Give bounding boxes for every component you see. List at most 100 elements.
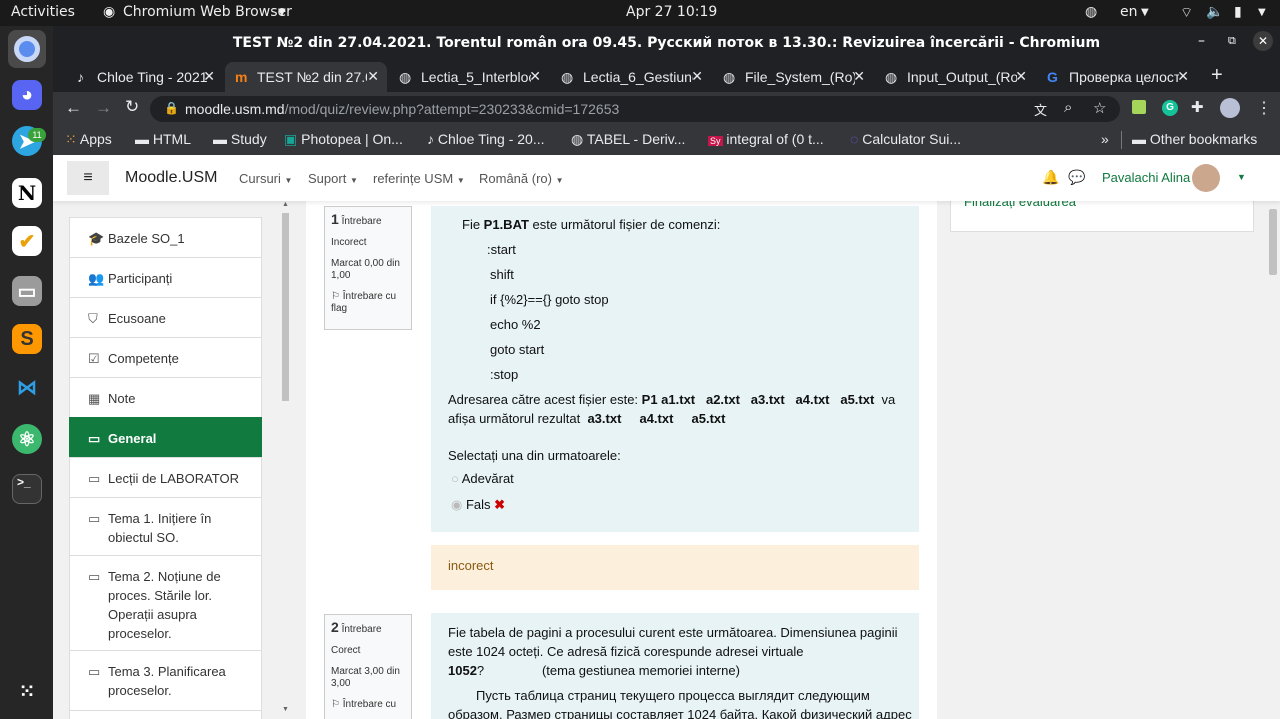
code-line: shift xyxy=(490,267,514,282)
bookmark-tabel[interactable]: ◍ TABEL - Deriv... xyxy=(571,131,685,148)
user-name[interactable]: Pavalachi Alina xyxy=(1102,170,1190,185)
code-line: :start xyxy=(487,242,516,257)
url-text[interactable]: moodle.usm.md/mod/quiz/review.php?attemp… xyxy=(185,101,619,117)
menu-referinte[interactable]: referințe USM ▼ xyxy=(373,171,465,186)
close-tab-icon[interactable]: ✕ xyxy=(1177,68,1189,85)
flag-question[interactable]: ⚐ Întrebare cu flag xyxy=(331,291,405,315)
minimize-icon[interactable]: – xyxy=(1198,33,1205,49)
tab-chloe-ting[interactable]: ♪ Chloe Ting - 2021 ✕ xyxy=(67,62,223,92)
atom-icon[interactable]: ⚛ xyxy=(12,424,42,454)
radio-unchecked-icon[interactable]: ○ xyxy=(451,471,459,486)
sidebar-item-general[interactable]: ▭ General xyxy=(69,417,262,457)
translate-icon[interactable]: 文 xyxy=(1034,100,1047,119)
sidebar-item-tema-1[interactable]: ▭ Tema 1. Inițiere în obiectul SO. xyxy=(69,497,262,556)
tab-file-system[interactable]: ◍ File_System_(Ro) ✕ xyxy=(713,62,873,92)
other-bookmarks[interactable]: ▬ Other bookmarks xyxy=(1132,131,1257,147)
option-fals[interactable]: ◉ Fals ✖ xyxy=(451,497,505,513)
tab-input-output[interactable]: ◍ Input_Output_(Ro) ✕ xyxy=(875,62,1035,92)
site-brand[interactable]: Moodle.USM xyxy=(125,169,217,187)
sidebar-item-tema-2[interactable]: ▭ Tema 2. Noțiune de proces. Stările lor.… xyxy=(69,555,262,651)
extension-icon[interactable] xyxy=(1132,100,1146,114)
tab-test-quiz[interactable]: mTEST №2 din 27.04✕ xyxy=(225,62,387,92)
tasks-icon[interactable]: ✔ xyxy=(12,226,42,256)
page-scrollbar-thumb[interactable] xyxy=(1269,209,1277,275)
finish-review-link[interactable]: Finalizați evaluarea xyxy=(964,201,1076,209)
tab-lectia-6[interactable]: ◍Lectia_6_Gestiunea✕ xyxy=(551,62,711,92)
terminal-icon[interactable]: >_ xyxy=(12,474,42,504)
sidebar-scrollbar[interactable]: ▲ ▼ xyxy=(280,201,291,719)
bookmark-apps[interactable]: ⁙ Apps xyxy=(65,131,112,148)
new-tab-button[interactable]: + xyxy=(1211,64,1223,87)
app-menu[interactable]: Chromium Web Browser xyxy=(123,4,292,20)
moodle-navbar: ≡ Moodle.USM Cursuri ▼ Suport ▼ referinț… xyxy=(53,155,1280,201)
bookmark-html[interactable]: ▬ HTML xyxy=(135,131,191,147)
user-menu-caret-icon[interactable]: ▼ xyxy=(1237,172,1246,182)
sublime-text-icon[interactable]: S xyxy=(12,324,42,354)
vscode-icon[interactable]: ⋈ xyxy=(12,372,42,402)
zoom-icon[interactable]: ⌕ xyxy=(1064,99,1072,116)
profile-avatar[interactable] xyxy=(1220,98,1240,118)
flag-question[interactable]: ⚐ Întrebare cu xyxy=(331,699,405,711)
clock[interactable]: Apr 27 10:19 xyxy=(626,4,717,20)
forward-icon[interactable]: → xyxy=(95,98,112,118)
folder-icon: ▭ xyxy=(88,664,101,679)
close-tab-icon[interactable]: ✕ xyxy=(853,68,865,85)
sidebar-item-tema-3[interactable]: ▭ Tema 3. Planificarea proceselor. xyxy=(69,650,262,711)
sidebar-item-course[interactable]: 🎓 Bazele SO_1 xyxy=(69,217,262,258)
tab-lectia-5[interactable]: ◍Lectia_5_Interblocari✕ xyxy=(389,62,549,92)
back-icon[interactable]: ← xyxy=(65,98,82,118)
menu-suport[interactable]: Suport ▼ xyxy=(308,171,358,186)
bookmark-calculator[interactable]: ◌ Calculator Sui... xyxy=(850,131,961,147)
sidebar-item-laborator[interactable]: ▭ Lecții de LABORATOR xyxy=(69,457,262,498)
grammarly-icon[interactable]: G xyxy=(1162,100,1178,116)
close-window-icon[interactable]: ✕ xyxy=(1253,31,1273,51)
network-icon[interactable]: ◍ xyxy=(1085,4,1097,20)
language-indicator[interactable]: en xyxy=(1120,4,1138,20)
scroll-up-icon[interactable]: ▲ xyxy=(282,201,289,208)
bookmark-chloe-ting[interactable]: ♪ Chloe Ting - 20... xyxy=(427,131,545,147)
sidebar-item-grades[interactable]: ▦ Note xyxy=(69,377,262,418)
chromium-icon[interactable] xyxy=(8,30,46,68)
menu-cursuri[interactable]: Cursuri ▼ xyxy=(239,171,292,186)
hamburger-menu-icon[interactable]: ≡ xyxy=(67,161,109,195)
sidebar-item-next[interactable] xyxy=(69,710,262,719)
globe-icon: ◍ xyxy=(399,68,412,85)
notion-icon[interactable]: N xyxy=(12,178,42,208)
tab-proverka[interactable]: GПроверка целостности✕ xyxy=(1037,62,1197,92)
close-tab-icon[interactable]: ✕ xyxy=(367,68,379,85)
sidebar-item-competencies[interactable]: ☑ Competențe xyxy=(69,337,262,378)
close-tab-icon[interactable]: ✕ xyxy=(691,68,703,85)
sidebar-item-badges[interactable]: ⛉ Ecusoane xyxy=(69,297,262,338)
reload-icon[interactable]: ↻ xyxy=(125,97,139,117)
option-adevarat[interactable]: ○ Adevărat xyxy=(451,471,514,486)
volume-icon[interactable]: 🔈 xyxy=(1206,4,1223,20)
battery-icon[interactable]: ▮ xyxy=(1234,4,1242,20)
bookmark-study[interactable]: ▬ Study xyxy=(213,131,267,147)
files-icon[interactable]: ▭ xyxy=(12,276,42,306)
notifications-bell-icon[interactable]: 🔔 xyxy=(1042,169,1059,186)
activities-button[interactable]: Activities xyxy=(11,4,75,20)
discord-icon[interactable]: ◕ xyxy=(12,80,42,110)
user-avatar[interactable] xyxy=(1192,164,1220,192)
close-tab-icon[interactable]: ✕ xyxy=(203,68,215,85)
messages-icon[interactable]: 💬 xyxy=(1068,169,1085,186)
wifi-icon[interactable]: ⌔ xyxy=(1180,4,1193,22)
more-bookmarks-icon[interactable]: » xyxy=(1101,131,1109,147)
restore-icon[interactable]: ⧉ xyxy=(1228,34,1236,48)
photopea-icon: ▣ xyxy=(284,131,298,147)
bookmark-star-icon[interactable]: ☆ xyxy=(1093,99,1106,117)
menu-language[interactable]: Română (ro) ▼ xyxy=(479,171,564,186)
scroll-down-icon[interactable]: ▼ xyxy=(282,706,289,713)
close-tab-icon[interactable]: ✕ xyxy=(529,68,541,85)
show-applications-icon[interactable]: ⁙ xyxy=(12,676,42,706)
page-scrollbar[interactable] xyxy=(1266,201,1280,719)
sidebar-item-participants[interactable]: 👥 Participanți xyxy=(69,257,262,298)
bookmark-photopea[interactable]: ▣ Photopea | On... xyxy=(284,131,403,148)
close-tab-icon[interactable]: ✕ xyxy=(1015,68,1027,85)
extensions-puzzle-icon[interactable]: ✚ xyxy=(1191,98,1204,116)
address-bar[interactable]: 🔒 moodle.usm.md/mod/quiz/review.php?atte… xyxy=(150,96,1120,122)
sidebar-scrollbar-thumb[interactable] xyxy=(282,213,289,401)
bookmark-symbolab[interactable]: Sy integral of (0 t... xyxy=(708,131,824,147)
radio-checked-icon[interactable]: ◉ xyxy=(451,497,462,512)
chrome-menu-icon[interactable]: ⋮ xyxy=(1256,98,1272,118)
